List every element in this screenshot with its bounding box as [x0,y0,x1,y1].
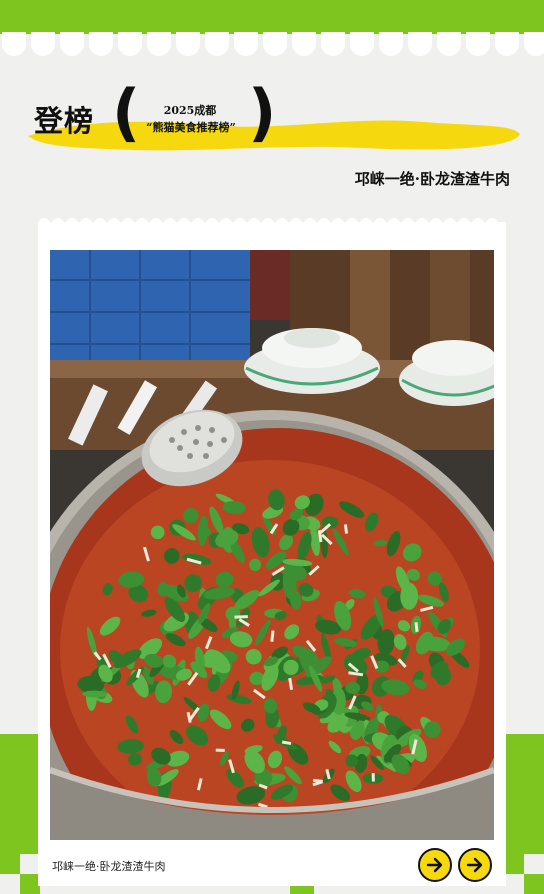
scalloped-border [0,28,544,56]
card-scalloped-edge [38,218,498,230]
green-checker [0,854,20,874]
arrow-right-icon [426,857,443,873]
hotpot-beef-photo [50,250,494,840]
top-banner [0,0,544,30]
green-checker [524,874,544,894]
event-year: 2025成都 [163,104,217,117]
dish-title: 邛崃一绝·卧龙渣渣牛肉 [354,170,510,188]
headline: 登榜 [34,104,95,138]
green-block-right [506,734,544,854]
event-name: “熊猫美食推荐榜” [146,121,236,134]
next-button[interactable] [418,848,452,882]
card-caption: 邛崃一绝·卧龙渣渣牛肉 [52,860,166,873]
arrow-right-icon [466,857,483,873]
green-block-left [0,734,38,854]
green-checker [504,854,524,874]
next-button[interactable] [458,848,492,882]
green-checker [20,874,40,894]
